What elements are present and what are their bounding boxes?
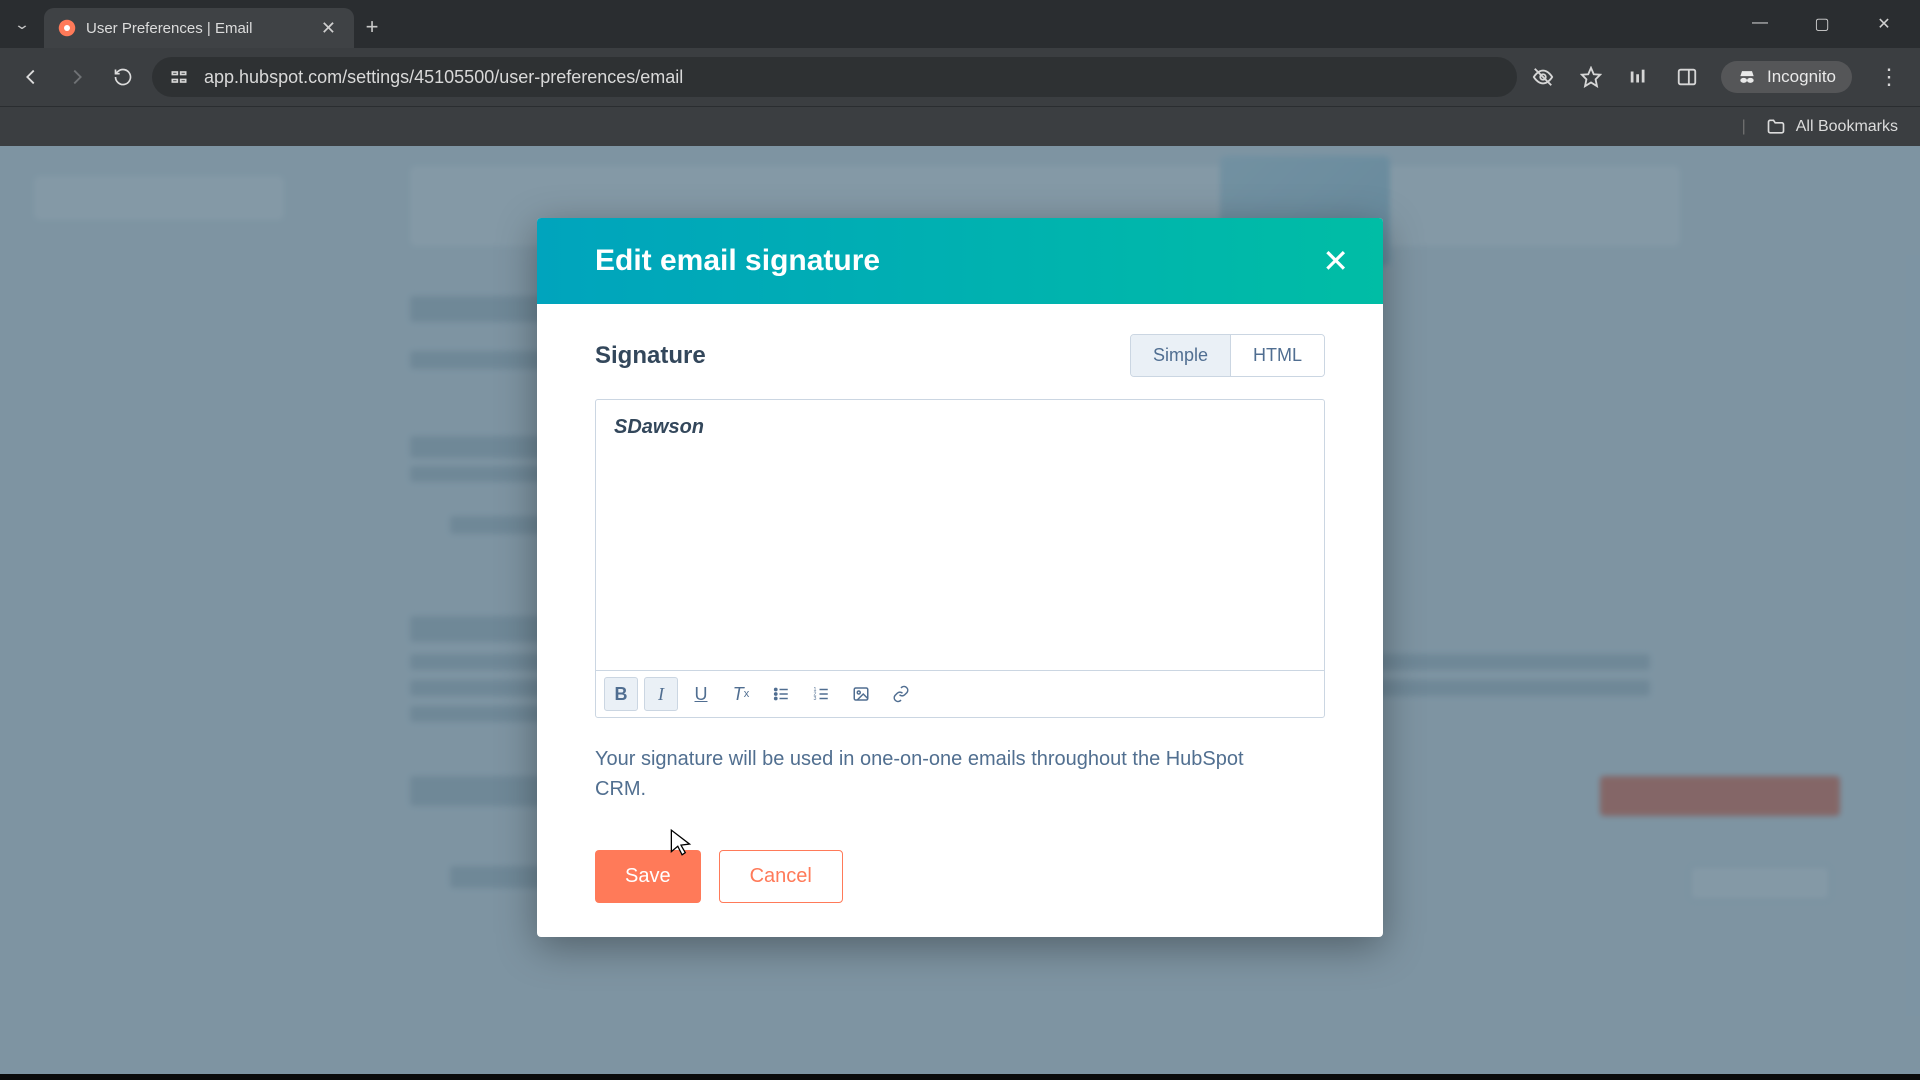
media-control-icon[interactable] (1625, 63, 1653, 91)
numbered-list-icon: 123 (812, 685, 830, 703)
window-controls: ― ▢ ✕ (1746, 14, 1920, 34)
link-icon (892, 685, 910, 703)
insert-link-button[interactable] (884, 677, 918, 711)
browser-titlebar: ⌄ User Preferences | Email ✕ + ― ▢ ✕ (0, 0, 1920, 48)
tab-close-icon[interactable]: ✕ (321, 18, 336, 39)
modal-title: Edit email signature (595, 244, 880, 278)
signature-section-label: Signature (595, 342, 706, 370)
browser-menu-icon[interactable]: ⋮ (1872, 64, 1906, 90)
incognito-badge[interactable]: Incognito (1721, 61, 1852, 93)
bulleted-list-icon (772, 685, 790, 703)
editor-mode-segmented: Simple HTML (1130, 334, 1325, 377)
incognito-label: Incognito (1767, 67, 1836, 87)
nav-reload-icon[interactable] (106, 60, 140, 94)
nav-forward-icon[interactable] (60, 60, 94, 94)
window-maximize-icon[interactable]: ▢ (1808, 14, 1836, 34)
tab-html[interactable]: HTML (1230, 335, 1324, 376)
side-panel-icon[interactable] (1673, 63, 1701, 91)
url-text: app.hubspot.com/settings/45105500/user-p… (204, 67, 683, 88)
browser-toolbar: app.hubspot.com/settings/45105500/user-p… (0, 48, 1920, 106)
tab-title: User Preferences | Email (86, 20, 252, 37)
clear-formatting-button[interactable]: Tx (724, 677, 758, 711)
eye-off-icon[interactable] (1529, 63, 1557, 91)
signature-editor: SDawson B I U Tx 123 (595, 399, 1325, 718)
insert-image-button[interactable] (844, 677, 878, 711)
new-tab-button[interactable]: + (354, 14, 390, 40)
folder-icon (1766, 117, 1786, 137)
cancel-button[interactable]: Cancel (719, 850, 843, 903)
tab-simple[interactable]: Simple (1131, 335, 1230, 376)
bookmarks-bar: | All Bookmarks (0, 106, 1920, 146)
address-bar[interactable]: app.hubspot.com/settings/45105500/user-p… (152, 57, 1517, 97)
modal-header: Edit email signature ✕ (537, 218, 1383, 304)
incognito-icon (1737, 67, 1757, 87)
signature-help-text: Your signature will be used in one-on-on… (595, 744, 1295, 804)
image-icon (852, 685, 870, 703)
all-bookmarks-label: All Bookmarks (1796, 118, 1898, 136)
svg-text:3: 3 (814, 696, 817, 702)
italic-button[interactable]: I (644, 677, 678, 711)
nav-back-icon[interactable] (14, 60, 48, 94)
tab-search-dropdown[interactable]: ⌄ (0, 0, 44, 48)
browser-tab-active[interactable]: User Preferences | Email ✕ (44, 8, 354, 48)
bookmark-star-icon[interactable] (1577, 63, 1605, 91)
all-bookmarks-button[interactable]: All Bookmarks (1766, 117, 1898, 137)
window-minimize-icon[interactable]: ― (1746, 14, 1774, 34)
bulleted-list-button[interactable] (764, 677, 798, 711)
window-close-icon[interactable]: ✕ (1870, 14, 1898, 34)
os-taskbar (0, 1074, 1920, 1080)
editor-toolbar: B I U Tx 123 (596, 670, 1324, 717)
edit-email-signature-modal: Edit email signature ✕ Signature Simple … (537, 218, 1383, 937)
bold-button[interactable]: B (604, 677, 638, 711)
hubspot-favicon-icon (58, 19, 76, 37)
modal-close-icon[interactable]: ✕ (1322, 245, 1349, 277)
site-settings-icon[interactable] (168, 66, 190, 88)
signature-textarea[interactable]: SDawson (596, 400, 1324, 670)
underline-button[interactable]: U (684, 677, 718, 711)
numbered-list-button[interactable]: 123 (804, 677, 838, 711)
signature-content: SDawson (614, 416, 704, 438)
save-button[interactable]: Save (595, 850, 701, 903)
